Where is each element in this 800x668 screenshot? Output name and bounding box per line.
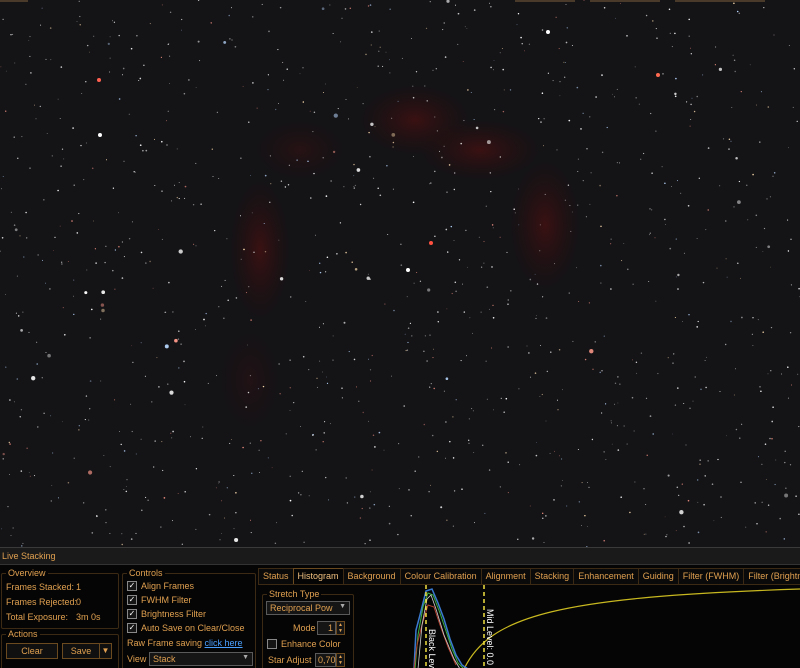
tab-alignment[interactable]: Alignment — [480, 568, 531, 584]
histogram-tab-panel: Stretch Type Reciprocal Pow ▼ Mode 1 ▲ ▼… — [258, 584, 800, 668]
stretch-type-group: Stretch Type Reciprocal Pow ▼ Mode 1 ▲ ▼… — [262, 589, 354, 668]
mid-level-label: Mid Level: 0.0 — [485, 609, 495, 665]
brightness-filter-checkbox[interactable]: ✓ Brightness Filter — [127, 609, 206, 619]
brightness-filter-label: Brightness Filter — [141, 609, 207, 619]
frames-stacked-label: Frames Stacked: — [6, 582, 75, 592]
controls-title: Controls — [127, 568, 165, 578]
fwhm-filter-label: FWHM Filter — [141, 595, 192, 605]
tab-filter-brightness[interactable]: Filter (Brightness — [743, 568, 800, 584]
raw-frame-saving-row: Raw Frame saving click here — [127, 638, 243, 648]
tab-stacking[interactable]: Stacking — [529, 568, 575, 584]
stretch-type-value: Reciprocal Pow — [270, 603, 333, 613]
raw-frame-saving-label: Raw Frame saving — [127, 638, 203, 648]
star-adjust-input[interactable]: 0,70 — [315, 653, 336, 667]
mode-label: Mode — [293, 623, 316, 633]
clear-button[interactable]: Clear — [6, 643, 58, 659]
enhance-color-checkbox[interactable]: Enhance Color — [267, 639, 341, 649]
mode-stepper[interactable]: ▲ ▼ — [336, 621, 345, 635]
enhance-color-label: Enhance Color — [281, 639, 341, 649]
total-exposure-row: Total Exposure: 3m 0s — [6, 612, 101, 622]
overview-group: Overview Frames Stacked: 1 Frames Reject… — [1, 568, 119, 629]
chevron-down-icon: ▼ — [339, 603, 346, 610]
frames-rejected-row: Frames Rejected: 0 — [6, 597, 81, 607]
histogram-graph[interactable]: Black Lev Mid Level: 0.0 — [400, 585, 800, 668]
fwhm-filter-checkbox[interactable]: ✓ FWHM Filter — [127, 595, 192, 605]
checkmark-icon: ✓ — [127, 581, 137, 591]
stars — [0, 0, 800, 547]
tab-colour-calibration[interactable]: Colour Calibration — [399, 568, 482, 584]
save-button[interactable]: Save — [62, 643, 100, 659]
star-adjust-stepper[interactable]: ▲ ▼ — [336, 653, 345, 667]
auto-save-label: Auto Save on Clear/Close — [141, 623, 245, 633]
align-frames-label: Align Frames — [141, 581, 195, 591]
checkmark-icon: ✓ — [127, 595, 137, 605]
star-field — [0, 0, 800, 547]
panel-title: Live Stacking — [0, 548, 800, 565]
nebula — [220, 85, 580, 430]
tab-filter-fwhm[interactable]: Filter (FWHM) — [677, 568, 745, 584]
save-dropdown-button[interactable]: ▼ — [99, 643, 112, 659]
raw-frame-saving-link[interactable]: click here — [205, 638, 243, 648]
chevron-down-icon: ▼ — [242, 654, 249, 661]
tab-enhancement[interactable]: Enhancement — [573, 568, 639, 584]
auto-save-checkbox[interactable]: ✓ Auto Save on Clear/Close — [127, 623, 245, 633]
frames-rejected-label: Frames Rejected: — [6, 597, 78, 607]
frames-rejected-value: 0 — [76, 597, 82, 607]
mode-input[interactable]: 1 — [317, 621, 336, 635]
checkmark-icon: ✓ — [127, 623, 137, 633]
chevron-down-icon: ▼ — [101, 646, 110, 655]
checkbox-empty-icon — [267, 639, 277, 649]
tab-background[interactable]: Background — [342, 568, 401, 584]
checkmark-icon: ✓ — [127, 609, 137, 619]
view-select-value: Stack — [153, 654, 176, 664]
align-frames-checkbox[interactable]: ✓ Align Frames — [127, 581, 194, 591]
stretch-type-title: Stretch Type — [267, 589, 322, 599]
tab-status[interactable]: Status — [258, 568, 294, 584]
stretch-curve — [463, 588, 800, 668]
controls-group: Controls ✓ Align Frames ✓ FWHM Filter ✓ … — [122, 568, 256, 668]
chevron-down-icon: ▼ — [338, 628, 343, 634]
frames-stacked-value: 1 — [76, 582, 82, 592]
total-exposure-label: Total Exposure: — [6, 612, 69, 622]
overview-title: Overview — [6, 568, 48, 578]
stretch-type-select[interactable]: Reciprocal Pow ▼ — [266, 601, 350, 615]
actions-group: Actions Clear Save ▼ — [1, 629, 119, 668]
tab-histogram[interactable]: Histogram — [292, 568, 344, 584]
total-exposure-value: 3m 0s — [76, 612, 101, 622]
tab-strip: Status Histogram Background Colour Calibrat… — [258, 568, 800, 584]
actions-title: Actions — [6, 629, 40, 639]
view-select[interactable]: Stack ▼ — [149, 652, 253, 666]
star-adjust-label: Star Adjust — [268, 655, 312, 665]
live-stack-image[interactable] — [0, 0, 800, 547]
view-label: View — [127, 654, 147, 664]
frames-stacked-row: Frames Stacked: 1 — [6, 582, 81, 592]
top-edge-bar — [0, 0, 800, 3]
tab-guiding[interactable]: Guiding — [637, 568, 679, 584]
chevron-down-icon: ▼ — [338, 660, 343, 666]
black-level-label: Black Lev — [427, 629, 437, 668]
